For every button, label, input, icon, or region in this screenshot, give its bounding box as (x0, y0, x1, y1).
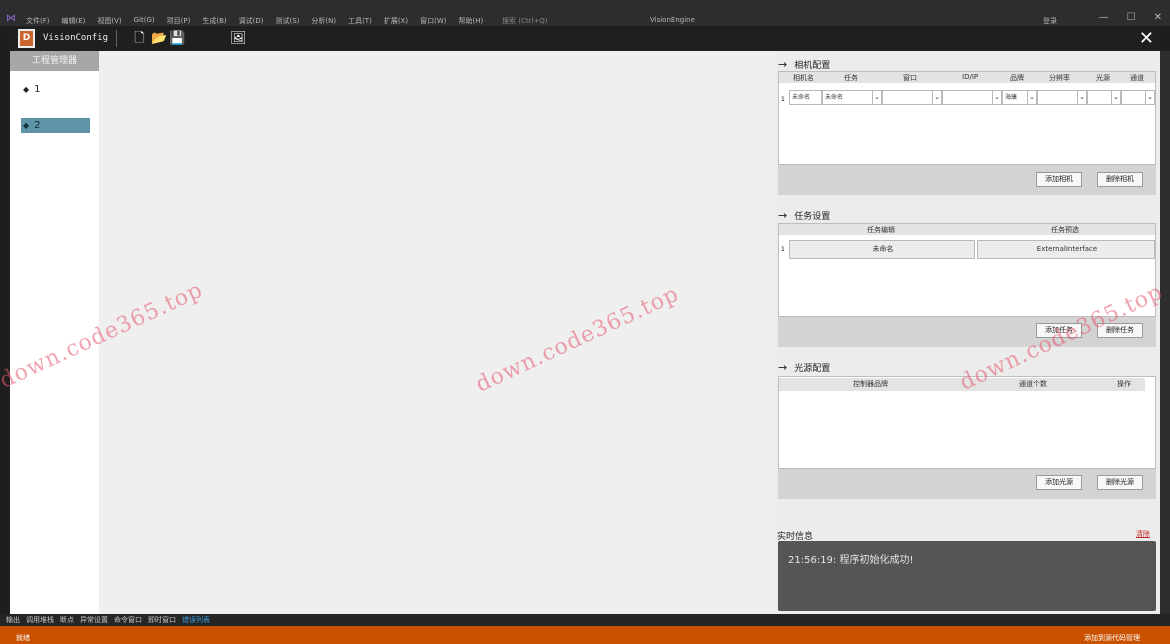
log-message: 21:56:19: 程序初始化成功! (788, 555, 914, 566)
clear-info-link[interactable]: 清除 (1136, 529, 1150, 539)
row-index: 1 (781, 246, 785, 253)
tab-breakpoints[interactable]: 断点 (60, 615, 74, 625)
project-item-1[interactable]: ◆ 1 (21, 82, 90, 97)
close-app-button[interactable]: ✕ (1139, 28, 1154, 49)
chevron-down-icon: ⌄ (1111, 91, 1120, 104)
camera-button-strip: 添加相机 删除相机 (778, 165, 1156, 195)
camera-name-cell[interactable]: 未命名 (789, 90, 822, 105)
menu-window[interactable]: 窗口(W) (420, 16, 446, 26)
open-folder-icon[interactable]: 📂 (151, 31, 167, 46)
close-window-icon[interactable]: ✕ (1154, 12, 1162, 23)
vision-display-area[interactable] (99, 51, 776, 614)
realtime-info-log: 21:56:19: 程序初始化成功! (778, 541, 1156, 611)
ide-search-box[interactable]: 搜索 (Ctrl+Q) (502, 16, 548, 26)
config-panel: → 相机配置 相机名 任务 窗口 ID/IP 品牌 分辨率 光源 通道 1 未命名… (776, 51, 1160, 614)
camera-resolution-select[interactable]: ⌄ (1037, 90, 1087, 105)
ide-right-gutter (1160, 51, 1170, 614)
solution-title: VisionEngine (650, 16, 695, 24)
delete-camera-button[interactable]: 删除相机 (1097, 172, 1143, 187)
camera-section-title: → 相机配置 (778, 58, 831, 71)
arrow-right-icon: → (778, 361, 788, 374)
camera-channel-select[interactable]: ⌄ (1121, 90, 1155, 105)
tab-output[interactable]: 输出 (6, 615, 20, 625)
row-index: 1 (781, 96, 785, 103)
chevron-down-icon: ⌄ (1145, 91, 1154, 104)
task-grid-header: 任务编辑 任务预选 (779, 224, 1155, 235)
delete-light-button[interactable]: 删除光源 (1097, 475, 1143, 490)
menu-view[interactable]: 视图(V) (97, 16, 121, 26)
add-camera-button[interactable]: 添加相机 (1036, 172, 1082, 187)
toolbar-divider (116, 30, 117, 47)
add-light-button[interactable]: 添加光源 (1036, 475, 1082, 490)
menu-build[interactable]: 生成(B) (202, 16, 226, 26)
camera-ip-select[interactable]: ⌄ (942, 90, 1002, 105)
chevron-down-icon: ⌄ (932, 91, 941, 104)
chevron-down-icon: ⌄ (1077, 91, 1086, 104)
tab-error-list[interactable]: 错误列表 (182, 615, 210, 625)
light-section-title: → 光源配置 (778, 361, 831, 374)
ide-status-bar: 就绪 添加到源代码管理 (0, 626, 1170, 644)
ide-title-bar: ⋈ 文件(F) 编辑(E) 视图(V) Git(G) 项目(P) 生成(B) 调… (0, 0, 1170, 26)
app-main-area: 工程管理器 ◆ 1 ◆ 2 → 相机配置 相机名 任务 窗口 ID/IP 品牌 分辨率… (0, 51, 1167, 614)
camera-task-select[interactable]: 未命名 ⌄ (822, 90, 882, 105)
ide-left-gutter (0, 51, 10, 614)
chevron-down-icon: ⌄ (1027, 91, 1036, 104)
task-section-title: → 任务设置 (778, 209, 831, 222)
visual-studio-logo-icon: ⋈ (6, 13, 16, 24)
ide-bottom-tabs: 输出 调用堆栈 断点 异常设置 命令窗口 即时窗口 错误列表 (0, 614, 1170, 626)
menu-edit[interactable]: 编辑(E) (62, 16, 86, 26)
camera-window-select[interactable]: ⌄ (882, 90, 942, 105)
save-icon[interactable]: 💾 (169, 31, 185, 46)
camera-brand-select[interactable]: 海康 ⌄ (1002, 90, 1037, 105)
tab-immediate-window[interactable]: 即时窗口 (148, 615, 176, 625)
app-logo-icon: D (18, 29, 35, 48)
new-file-icon[interactable]: 🗋 (132, 31, 147, 46)
arrow-right-icon: → (778, 58, 788, 71)
add-to-source-control[interactable]: 添加到源代码管理 (1084, 633, 1140, 643)
menu-extensions[interactable]: 扩展(X) (384, 16, 408, 26)
project-item-2[interactable]: ◆ 2 (21, 118, 90, 133)
menu-file[interactable]: 文件(F) (26, 16, 50, 26)
menu-git[interactable]: Git(G) (134, 16, 155, 26)
project-manager-header: 工程管理器 (10, 51, 99, 71)
menu-debug[interactable]: 调试(D) (239, 16, 264, 26)
app-toolbar: D VisionConfig 🗋 📂 💾 🖼 ✕ (10, 26, 1160, 51)
tab-exception-settings[interactable]: 异常设置 (80, 615, 108, 625)
status-ready: 就绪 (16, 634, 30, 642)
layers-icon: ◆ (23, 121, 30, 130)
maximize-icon[interactable]: ☐ (1127, 12, 1136, 23)
login-link[interactable]: 登录 (1043, 16, 1057, 26)
camera-light-select[interactable]: ⌄ (1087, 90, 1121, 105)
window-controls: — ☐ ✕ (1099, 12, 1162, 23)
task-name-cell[interactable]: 未命名 (789, 240, 975, 259)
tab-command-window[interactable]: 命令窗口 (114, 615, 142, 625)
tab-call-stack[interactable]: 调用堆栈 (26, 615, 54, 625)
camera-grid: 相机名 任务 窗口 ID/IP 品牌 分辨率 光源 通道 1 未命名 未命名 ⌄ … (778, 71, 1156, 165)
menu-project[interactable]: 项目(P) (167, 16, 191, 26)
menu-analyze[interactable]: 分析(N) (311, 16, 336, 26)
arrow-right-icon: → (778, 209, 788, 222)
camera-grid-header: 相机名 任务 窗口 ID/IP 品牌 分辨率 光源 通道 (779, 72, 1155, 83)
menu-tools[interactable]: 工具(T) (348, 16, 372, 26)
menu-test[interactable]: 测试(S) (275, 16, 299, 26)
minimize-icon[interactable]: — (1099, 12, 1109, 23)
app-name: VisionConfig (43, 33, 109, 43)
light-button-strip: 添加光源 删除光源 (778, 469, 1156, 499)
task-grid: 任务编辑 任务预选 1 未命名 ExternalInterface (778, 223, 1156, 317)
task-preset-cell[interactable]: ExternalInterface (977, 240, 1155, 259)
image-icon[interactable]: 🖼 (230, 31, 247, 46)
menu-help[interactable]: 帮助(H) (458, 16, 483, 26)
chevron-down-icon: ⌄ (992, 91, 1001, 104)
ide-menu-bar: 文件(F) 编辑(E) 视图(V) Git(G) 项目(P) 生成(B) 调试(… (26, 16, 483, 26)
chevron-down-icon: ⌄ (872, 91, 881, 104)
layers-icon: ◆ (23, 85, 30, 94)
